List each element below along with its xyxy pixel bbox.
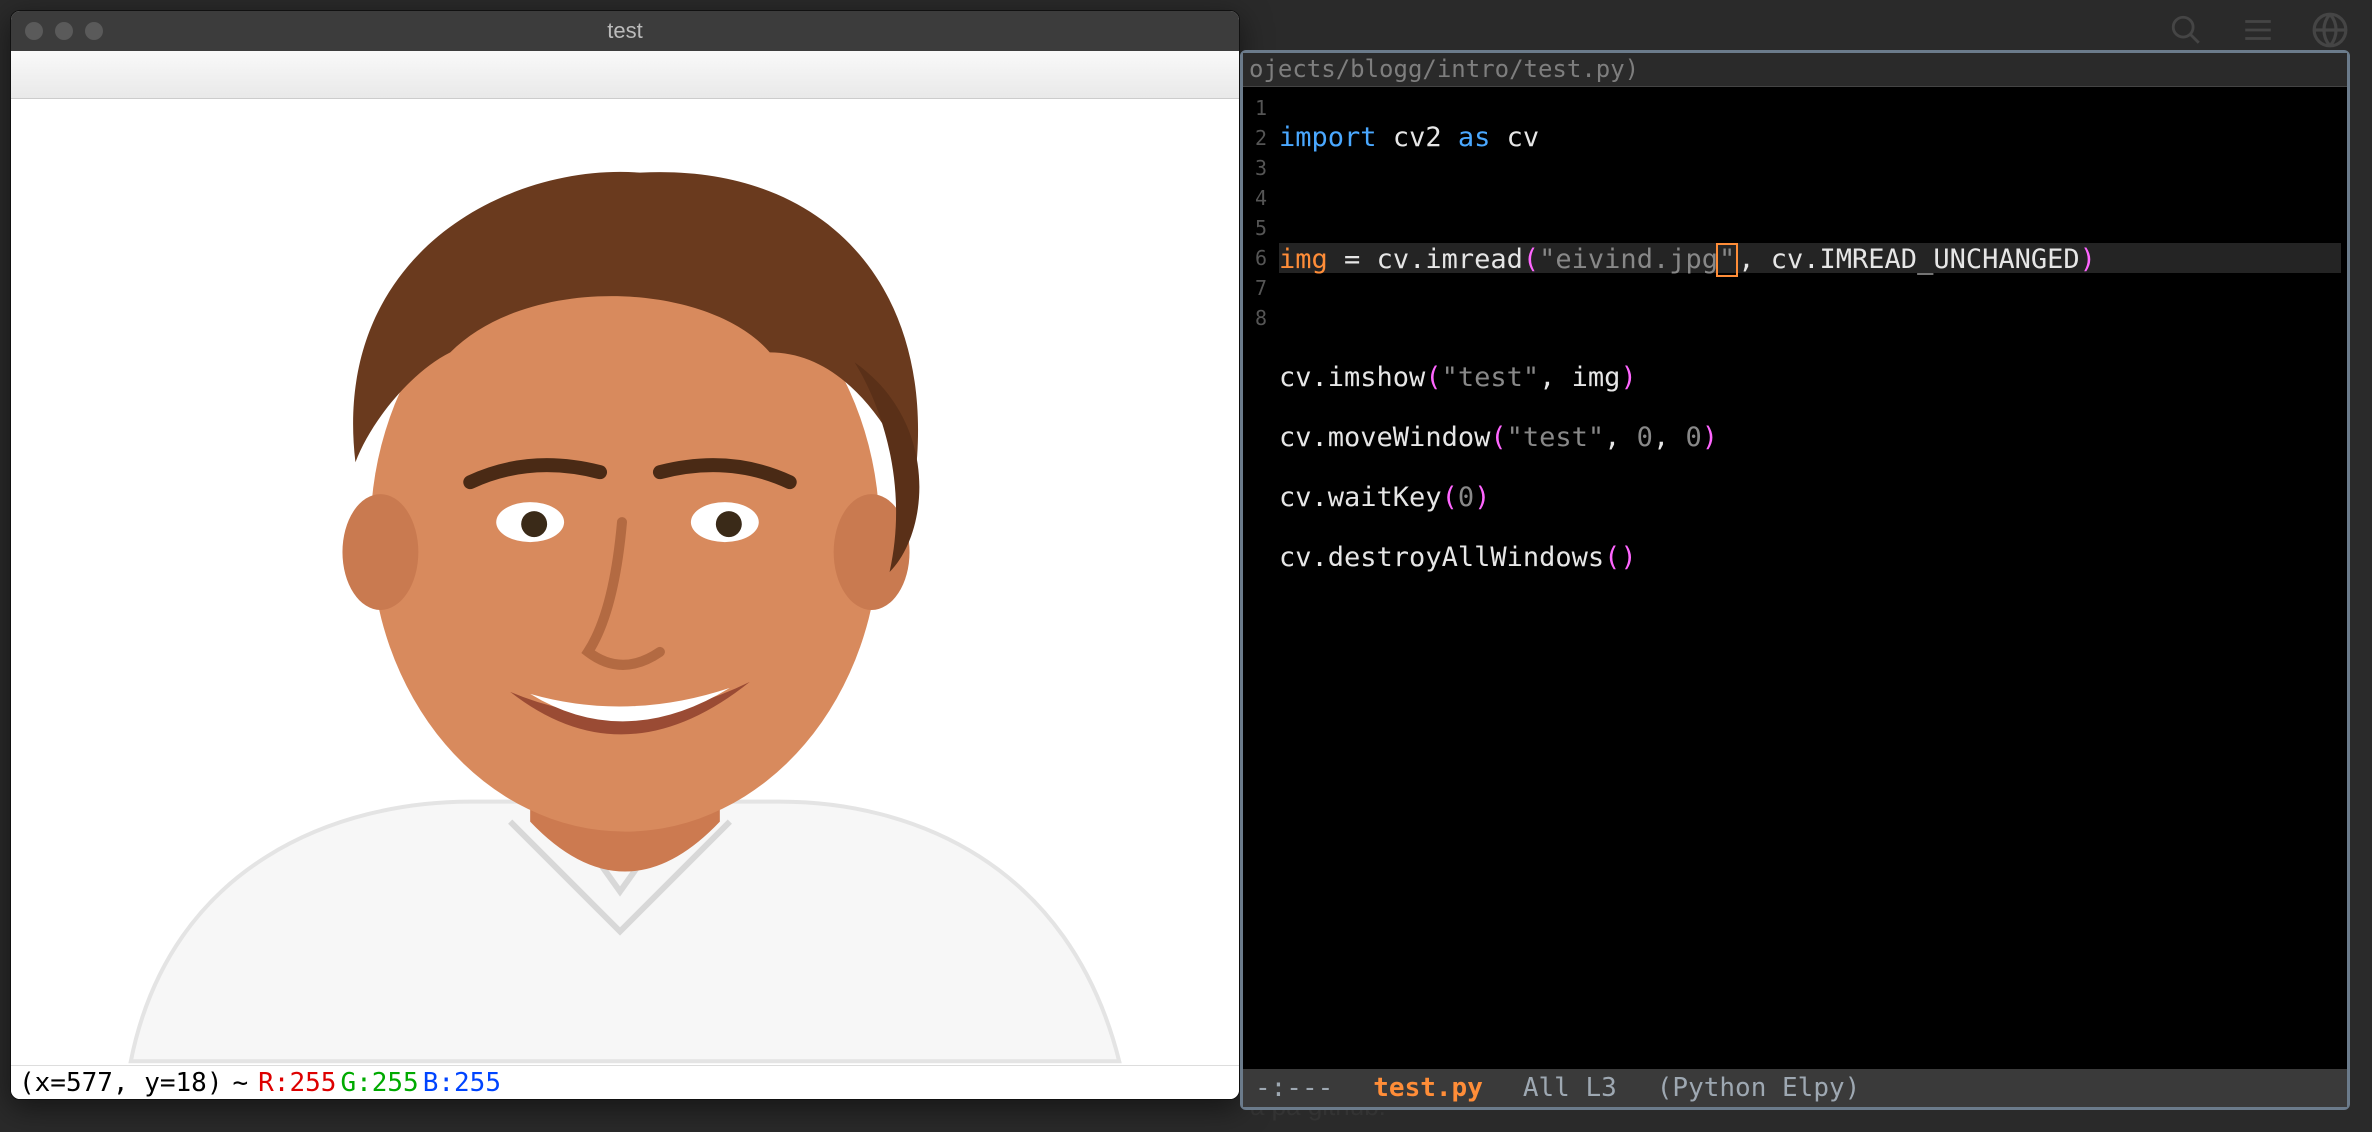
image-preview-window: test [10, 10, 1240, 1100]
image-toolbar [11, 51, 1239, 99]
code-line-current: img = cv.imread("eivind.jpg", cv.IMREAD_… [1279, 243, 2341, 273]
modeline-modified: -:--- [1255, 1069, 1333, 1107]
code-area[interactable]: import cv2 as cv img = cv.imread("eivind… [1271, 87, 2347, 1069]
image-titlebar[interactable]: test [11, 11, 1239, 51]
image-canvas[interactable] [11, 99, 1239, 1065]
code-line: import cv2 as cv [1279, 123, 2341, 153]
line-number: 7 [1243, 273, 1271, 303]
modeline-position: All L3 [1523, 1069, 1617, 1107]
editor-modeline: -:--- test.py All L3 (Python Elpy) [1243, 1069, 2347, 1107]
line-number: 1 [1243, 93, 1271, 123]
minimize-icon[interactable] [55, 22, 73, 40]
text-cursor: " [1716, 243, 1738, 277]
line-number: 5 [1243, 213, 1271, 243]
code-line [1279, 303, 2341, 333]
pixel-g-value: G:255 [340, 1068, 418, 1098]
globe-icon [2308, 8, 2352, 52]
window-controls [25, 22, 103, 40]
line-number: 2 [1243, 123, 1271, 153]
image-statusbar: (x=577, y=18) ~ R:255 G:255 B:255 [11, 1065, 1239, 1099]
image-window-title: test [11, 18, 1239, 44]
code-line: cv.destroyAllWindows() [1279, 543, 2341, 573]
cursor-coordinates: (x=577, y=18) [19, 1068, 223, 1098]
status-separator: ~ [233, 1068, 249, 1098]
line-number: 8 [1243, 303, 1271, 333]
code-line: cv.waitKey(0) [1279, 483, 2341, 513]
editor-path: ojects/blogg/intro/test.py) [1243, 53, 2347, 87]
browser-bg-icons [2164, 8, 2352, 52]
close-icon[interactable] [25, 22, 43, 40]
code-line: cv.imshow("test", img) [1279, 363, 2341, 393]
code-line [1279, 183, 2341, 213]
code-line: cv.moveWindow("test", 0, 0) [1279, 423, 2341, 453]
pixel-r-value: R:255 [258, 1068, 336, 1098]
editor-window: ojects/blogg/intro/test.py) 1 2 3 4 5 6 … [1240, 50, 2350, 1110]
modeline-mode: (Python Elpy) [1657, 1069, 1861, 1107]
search-icon [2164, 8, 2208, 52]
menu-icon [2236, 8, 2280, 52]
line-number: 3 [1243, 153, 1271, 183]
line-number: 4 [1243, 183, 1271, 213]
fullscreen-icon[interactable] [85, 22, 103, 40]
line-number-gutter: 1 2 3 4 5 6 7 8 [1243, 87, 1271, 1069]
pixel-b-value: B:255 [423, 1068, 501, 1098]
modeline-filename: test.py [1373, 1069, 1483, 1107]
line-number: 6 [1243, 243, 1271, 273]
